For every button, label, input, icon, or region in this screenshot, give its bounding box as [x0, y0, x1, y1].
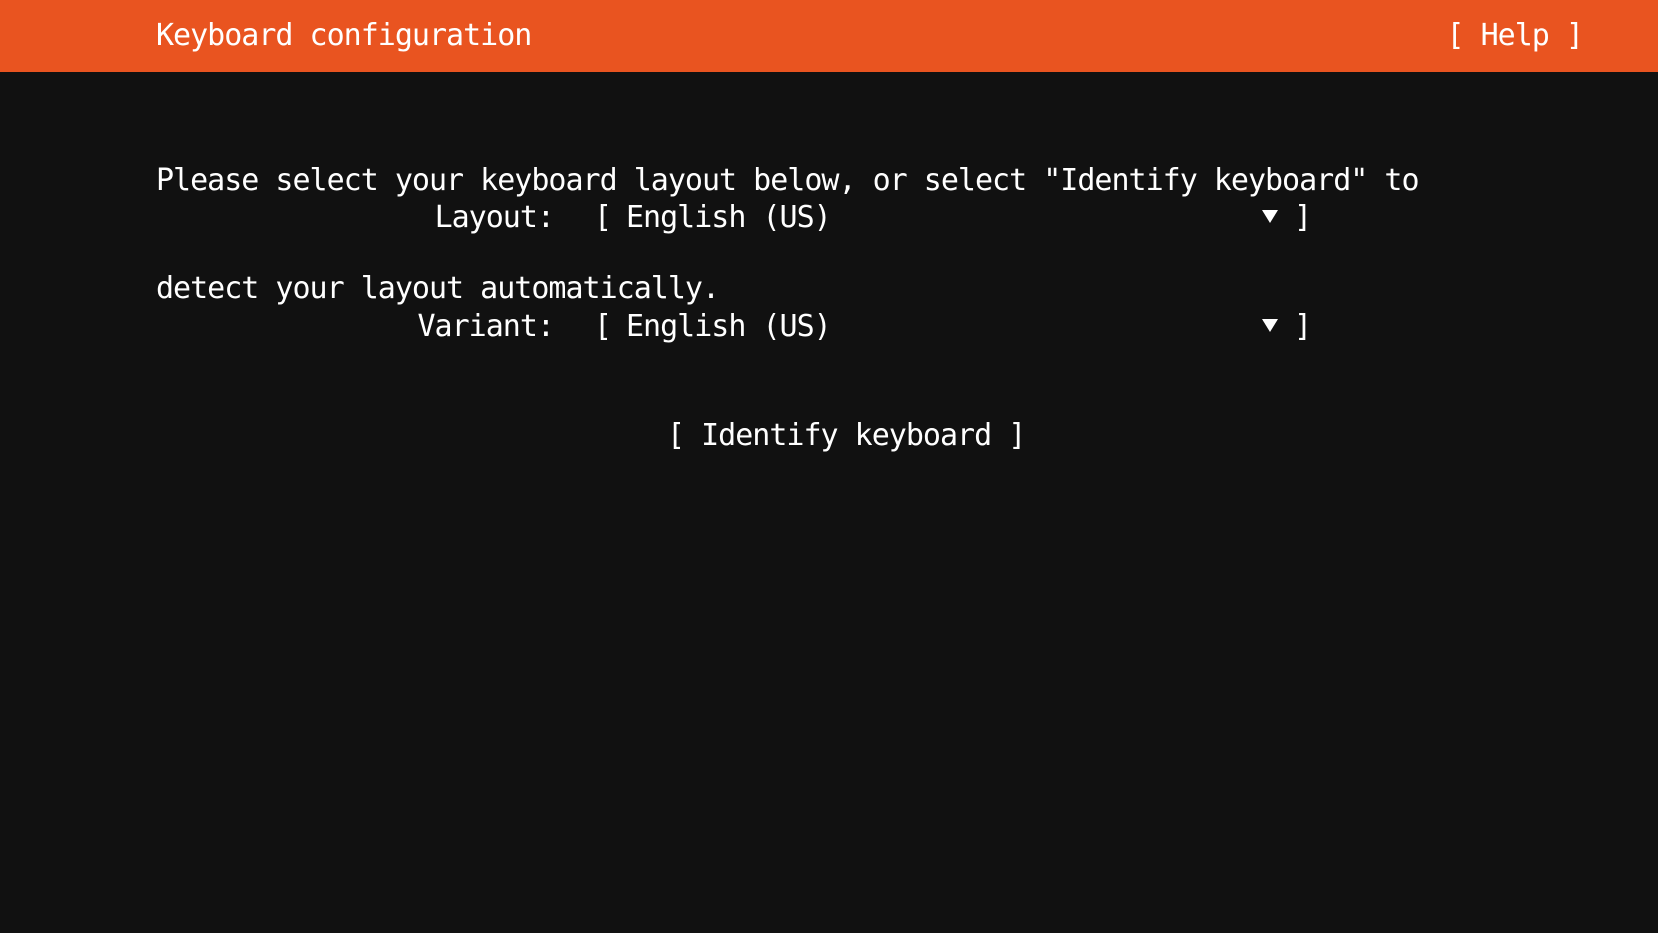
intro-line-2: detect your layout automatically. — [156, 271, 720, 306]
header-bar: Keyboard configuration [ Help ] — [0, 0, 1658, 72]
identify-keyboard-button[interactable]: [ Identify keyboard ] — [667, 418, 1026, 454]
bracket-close: ] — [1294, 200, 1312, 235]
bracket-close: ] — [1294, 309, 1312, 344]
variant-label: Variant: — [417, 309, 555, 344]
installer-screen: Keyboard configuration [ Help ] Please s… — [0, 0, 1658, 933]
triangle-down-icon — [1262, 319, 1278, 332]
page-title: Keyboard configuration — [156, 18, 532, 53]
intro-line-1: Please select your keyboard layout below… — [156, 163, 1420, 198]
bracket-open: [ — [594, 309, 612, 344]
layout-select-value: English (US) — [626, 200, 832, 235]
layout-label: Layout: — [434, 200, 555, 235]
variant-select[interactable]: [ English (US) ] — [594, 309, 1312, 345]
triangle-down-icon — [1262, 210, 1278, 223]
help-button[interactable]: [ Help ] — [1447, 18, 1584, 54]
variant-select-value: English (US) — [626, 309, 832, 344]
layout-select[interactable]: [ English (US) ] — [594, 200, 1312, 236]
bracket-open: [ — [594, 200, 612, 235]
